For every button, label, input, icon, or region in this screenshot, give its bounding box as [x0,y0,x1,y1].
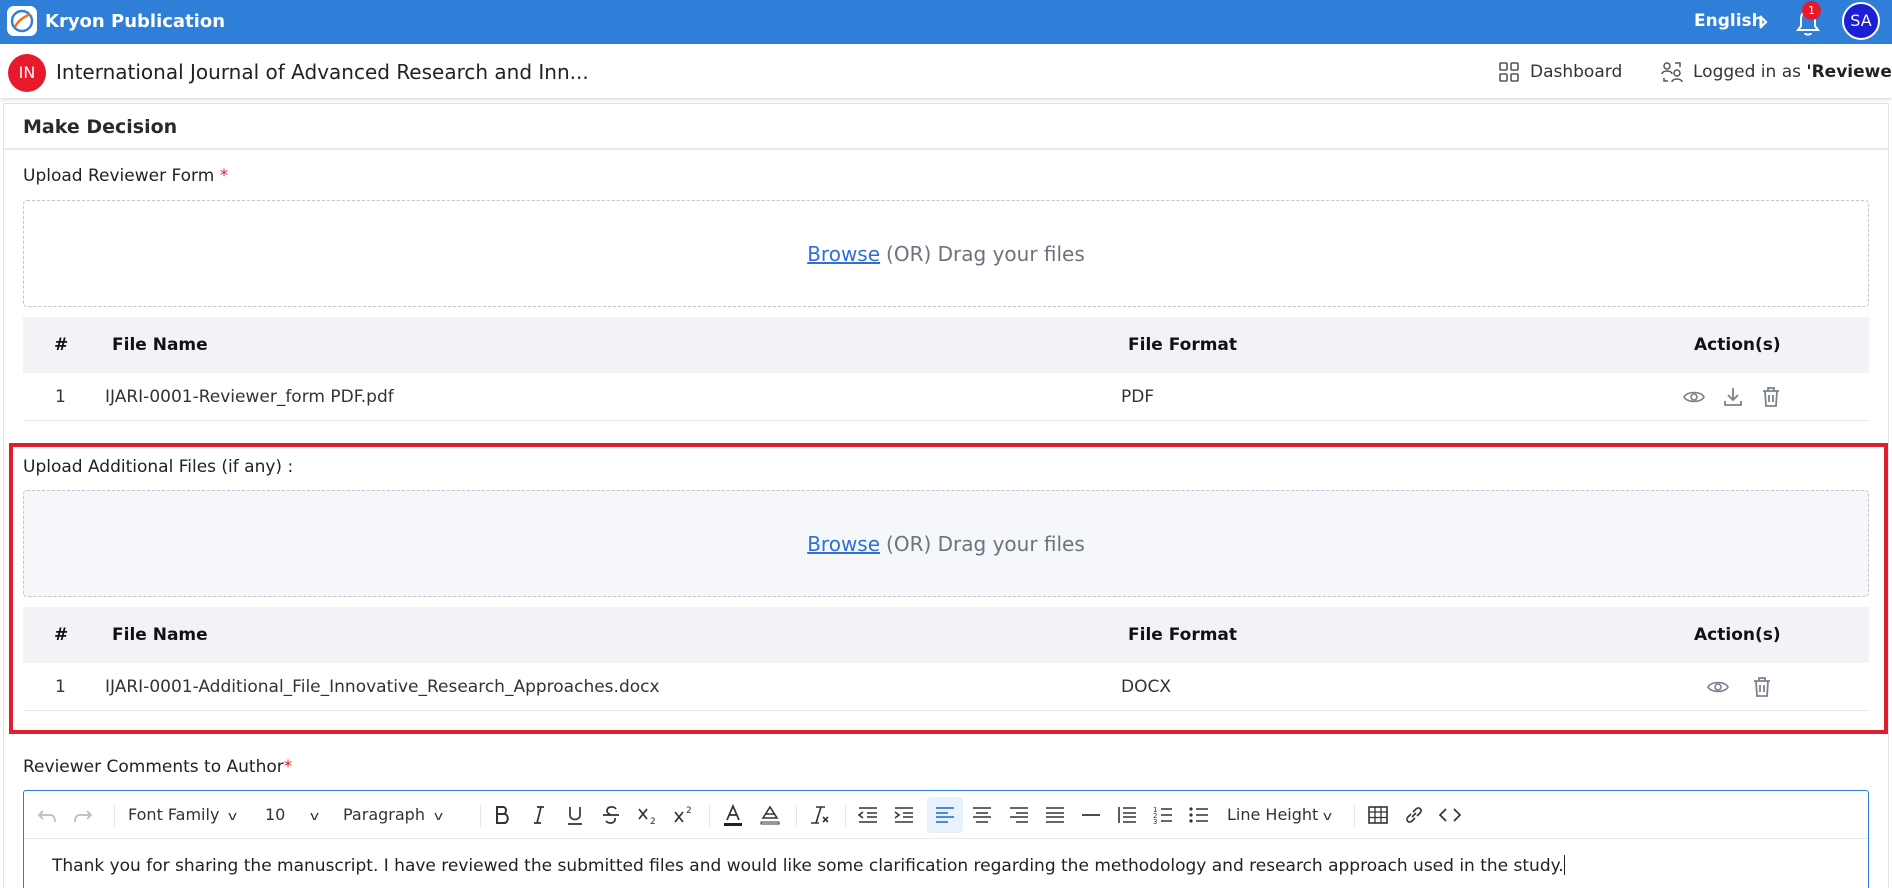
align-justify-icon[interactable] [1043,803,1067,827]
font-family-value: Font Family [128,805,220,824]
table-row: 1 IJARI-0001-Reviewer_form PDF.pdf PDF [23,373,1869,421]
highlight-color-icon[interactable] [758,803,782,827]
link-icon[interactable] [1402,803,1426,827]
toolbar-separator [1354,805,1355,827]
block-format-value: Paragraph [343,805,425,824]
subscript-icon[interactable]: 2 [635,803,659,827]
block-quote-icon[interactable] [1115,803,1139,827]
additional-files-highlight [9,443,1888,734]
col-actions: Action(s) [1694,335,1781,355]
align-right-icon[interactable] [1007,803,1031,827]
text-color-icon[interactable] [721,803,745,827]
switch-user-icon[interactable] [1660,60,1684,84]
comments-label: Reviewer Comments to Author* [23,757,292,777]
redo-icon[interactable] [72,803,94,827]
block-format-select[interactable]: Paragraph v [343,803,443,827]
user-avatar[interactable]: SA [1842,2,1880,40]
text-caret [1563,855,1565,875]
language-selector[interactable]: English [1694,0,1764,44]
editor-toolbar: Font Family v 10 v Paragraph v 2 2 123 Line… [24,791,1868,839]
browse-link[interactable]: Browse [807,242,880,266]
logged-in-as[interactable]: Logged in as 'Reviewer' [1693,44,1892,100]
journal-avatar: IN [8,54,46,92]
bullet-list-icon[interactable] [1187,803,1211,827]
editor-content[interactable]: Thank you for sharing the manuscript. I … [52,855,1565,876]
svg-text:3: 3 [1153,818,1157,826]
toolbar-separator [845,805,846,827]
toolbar-separator [796,805,797,827]
journal-header: IN International Journal of Advanced Res… [0,44,1892,98]
brand-name[interactable]: Kryon Publication [45,0,225,44]
reviewer-form-label-text: Upload Reviewer Form [23,166,215,186]
download-icon[interactable] [1721,385,1745,409]
underline-icon[interactable] [563,803,587,827]
indent-icon[interactable] [892,803,916,827]
card-title: Make Decision [23,116,178,138]
font-family-select[interactable]: Font Family v [128,803,238,827]
comment-text: Thank you for sharing the manuscript. I … [52,856,1564,876]
strikethrough-icon[interactable] [599,803,623,827]
rich-text-editor[interactable]: Font Family v 10 v Paragraph v 2 2 123 Line… [23,790,1869,888]
font-size-value: 10 [265,805,286,824]
dashboard-icon[interactable] [1499,62,1519,82]
bold-icon[interactable] [490,803,514,827]
undo-icon[interactable] [36,803,58,827]
col-file-name: File Name [112,335,208,355]
italic-icon[interactable] [527,803,551,827]
clear-formatting-icon[interactable] [807,803,831,827]
view-icon[interactable] [1682,385,1706,409]
table-icon[interactable] [1366,803,1390,827]
source-code-icon[interactable] [1438,803,1462,827]
align-left-icon[interactable] [933,803,957,827]
brand-logo-icon[interactable] [7,6,37,36]
line-height-select[interactable]: Line Height v [1227,803,1333,827]
row-file-format: PDF [1121,387,1155,407]
toolbar-separator [114,805,115,827]
line-height-value: Line Height [1227,805,1319,824]
toolbar-separator [709,805,710,827]
reviewer-form-dropzone[interactable]: Browse (OR) Drag your files [23,200,1869,307]
comments-label-text: Reviewer Comments to Author [23,757,284,777]
svg-text:2: 2 [650,817,656,827]
card-header: Make Decision [4,104,1888,150]
notification-badge: 1 [1802,1,1821,20]
col-num: # [54,335,69,355]
row-num: 1 [55,387,66,407]
dashboard-link[interactable]: Dashboard [1530,44,1622,100]
drag-text: (OR) Drag your files [886,241,1085,266]
reviewer-form-table: # File Name File Format Action(s) 1 IJAR… [23,317,1869,423]
journal-title[interactable]: International Journal of Advanced Resear… [56,44,589,100]
svg-text:2: 2 [686,806,692,816]
chevron-right-icon[interactable] [1756,14,1770,30]
delete-icon[interactable] [1759,385,1783,409]
font-size-select[interactable]: 10 v [265,803,320,827]
numbered-list-icon[interactable]: 123 [1151,803,1175,827]
align-center-icon[interactable] [970,803,994,827]
logged-in-prefix: Logged in as [1693,62,1807,82]
col-file-format: File Format [1128,335,1238,355]
outdent-icon[interactable] [856,803,880,827]
required-mark: * [219,166,229,186]
reviewer-form-label: Upload Reviewer Form * [23,166,228,186]
row-file-name: IJARI-0001-Reviewer_form PDF.pdf [105,387,394,407]
current-role: 'Reviewer' [1806,62,1892,82]
toolbar-separator [480,805,481,827]
horizontal-line-icon[interactable] [1079,803,1103,827]
required-mark: * [283,757,293,777]
top-navbar: Kryon Publication English 1 SA [0,0,1892,44]
table-header: # File Name File Format Action(s) [23,317,1869,373]
superscript-icon[interactable]: 2 [671,803,695,827]
